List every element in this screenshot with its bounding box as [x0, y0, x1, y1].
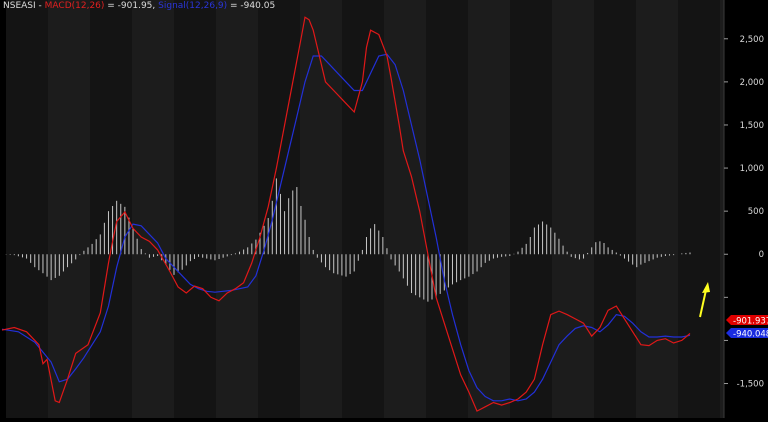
chart-header: NSEASI - MACD(12,26) = -901.95, Signal(1… [3, 1, 275, 12]
background-band [594, 0, 636, 418]
background-band [426, 0, 468, 418]
background-band [510, 0, 552, 418]
background-band [678, 0, 720, 418]
macd-tag-text: -901.937 [733, 317, 768, 327]
y-tick-label: 500 [748, 207, 764, 217]
background-band [342, 0, 384, 418]
y-tick-label: 2,000 [740, 78, 764, 88]
macd-label: MACD(12,26) [44, 1, 105, 11]
signal-label: Signal(12,26,9) [158, 1, 228, 11]
symbol-label: NSEASI [3, 1, 36, 11]
signal-tag-text: -940.048 [733, 330, 768, 340]
background-band [552, 0, 594, 418]
header-separator: - [35, 1, 45, 11]
macd-value: = -901.95, [104, 1, 159, 11]
background-band [258, 0, 300, 418]
background-band [174, 0, 216, 418]
background-band [90, 0, 132, 418]
y-tick-label: 0 [759, 250, 764, 260]
background-band [48, 0, 90, 418]
macd-chart-svg: 2,5002,0001,5001,0005000-1,500 -901.937 … [1, 0, 768, 418]
y-tick-label: 1,500 [740, 121, 764, 131]
macd-value-tag: -901.937 [726, 315, 768, 327]
y-tick-label: 2,500 [740, 35, 764, 45]
chart-area: 2,500 2,000 1,500 1,000 500 0 -1,500 -901.937 … [0, 0, 768, 418]
y-tick-label: -1,500 [737, 380, 764, 390]
signal-value: = -940.05 [227, 1, 276, 11]
background-band [132, 0, 174, 418]
background-band [720, 0, 724, 418]
background-band [468, 0, 510, 418]
background-band [636, 0, 678, 418]
background-band [216, 0, 258, 418]
signal-value-tag: -940.048 [726, 328, 768, 340]
y-tick-label: 1,000 [740, 164, 764, 174]
